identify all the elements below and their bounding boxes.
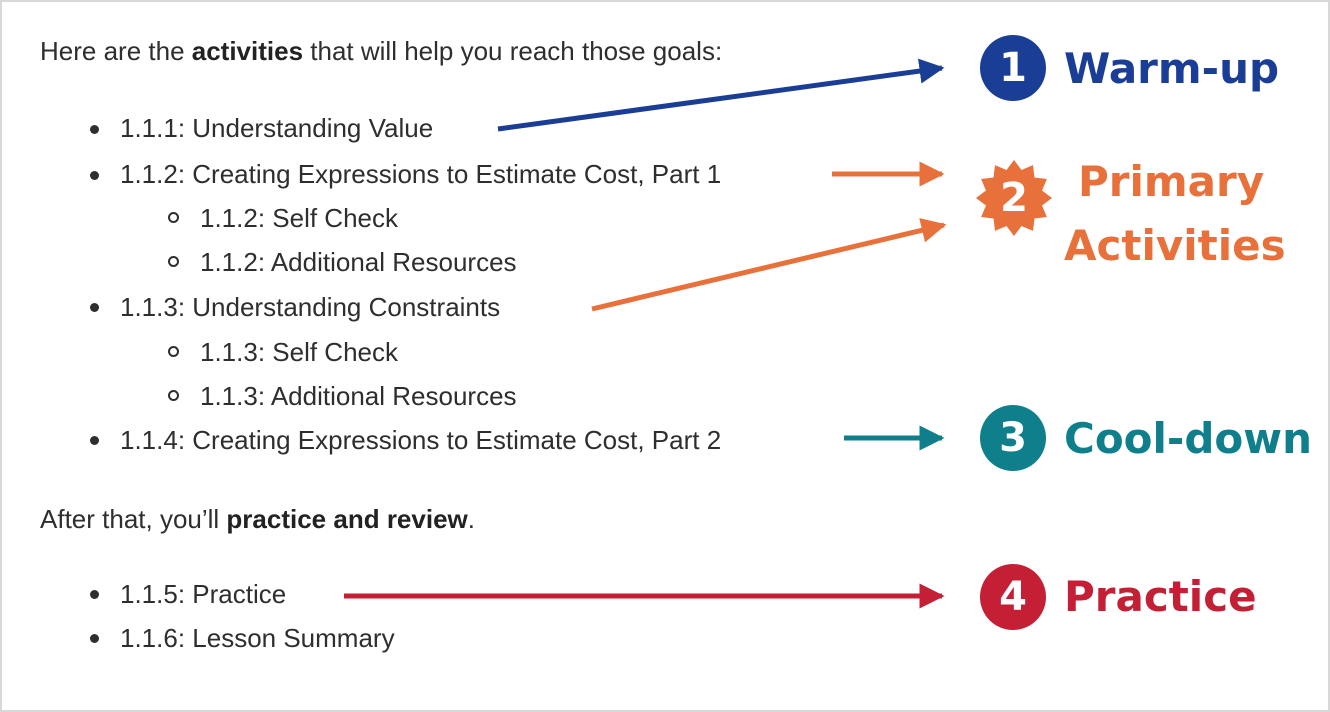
primary-arrow-2	[591, 218, 947, 312]
primary-label-line2: Activities	[1064, 221, 1286, 270]
primary-label-line1: Primary	[1078, 157, 1265, 206]
primary-badge-number: 2	[1000, 175, 1028, 221]
warmup-arrow	[497, 58, 945, 132]
warmup-badge-icon: 1	[980, 35, 1046, 101]
practice-badge-icon: 4	[980, 564, 1046, 630]
warmup-label: Warm-up	[1064, 44, 1280, 93]
cooldown-badge-icon: 3	[980, 405, 1046, 471]
cooldown-label: Cool-down	[1064, 414, 1312, 463]
lesson-activities-diagram: Here are the activities that will help y…	[0, 0, 1330, 712]
practice-label: Practice	[1064, 572, 1257, 621]
